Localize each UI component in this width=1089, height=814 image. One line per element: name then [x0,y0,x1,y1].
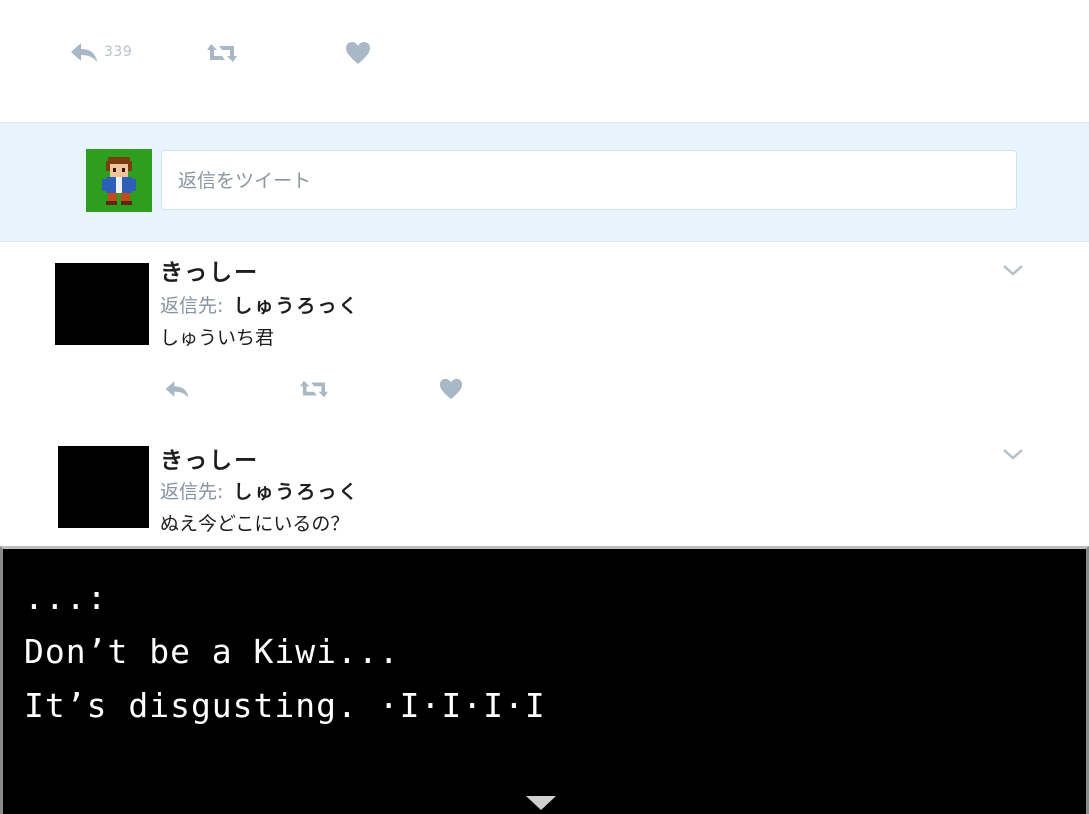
tweet-1-like-action[interactable] [438,377,464,401]
tweet-author-name[interactable]: きっしー [160,441,259,475]
reply-icon [68,40,100,64]
dialogue-line-1: ...: [24,578,108,617]
reply-prefix: 返信先: [160,295,224,317]
tweet-reply-to: 返信先: しゅうろっく [160,477,359,504]
like-action[interactable] [344,40,372,66]
reply-action[interactable]: 339 [68,40,132,64]
tweet-text: ぬえ今どこにいるの？ [160,513,350,535]
dialogue-line-3: It’s disgusting. ·I·I·I·I [24,686,546,725]
tweet-action-bar: 339 [0,0,1089,122]
dialogue-window[interactable] [0,546,1089,814]
tweet-avatar[interactable] [55,263,149,345]
retweet-icon [298,377,330,401]
user-avatar [86,149,152,212]
retweet-action[interactable] [205,40,239,66]
continue-arrow-icon[interactable] [526,796,556,810]
dialogue-line-2: Don’t be a Kiwi... [24,632,400,671]
heart-icon [438,377,464,401]
reply-target[interactable]: しゅうろっく [233,481,359,503]
tweet-reply-to: 返信先: しゅうろっく [160,291,359,318]
tweet-author-name[interactable]: きっしー [160,253,259,287]
tweet-avatar[interactable] [58,446,149,528]
reply-target[interactable]: しゅうろっく [233,295,359,317]
heart-icon [344,40,372,66]
reply-count: 339 [104,44,133,60]
tweet-text: しゅういち君 [160,327,275,349]
retweet-icon [205,40,239,66]
chevron-down-icon[interactable] [1002,262,1024,281]
chevron-down-icon[interactable] [1002,446,1024,465]
tweet-1-reply-action[interactable] [163,378,191,400]
reply-prefix: 返信先: [160,481,224,503]
tweet-1-retweet-action[interactable] [298,377,330,401]
game-screen: 339 返信をツイート きっしー 返信先: しゅうろっく しゅういち君 きっしー… [0,0,1089,814]
reply-input[interactable]: 返信をツイート [161,150,1017,210]
reply-icon [163,378,191,400]
